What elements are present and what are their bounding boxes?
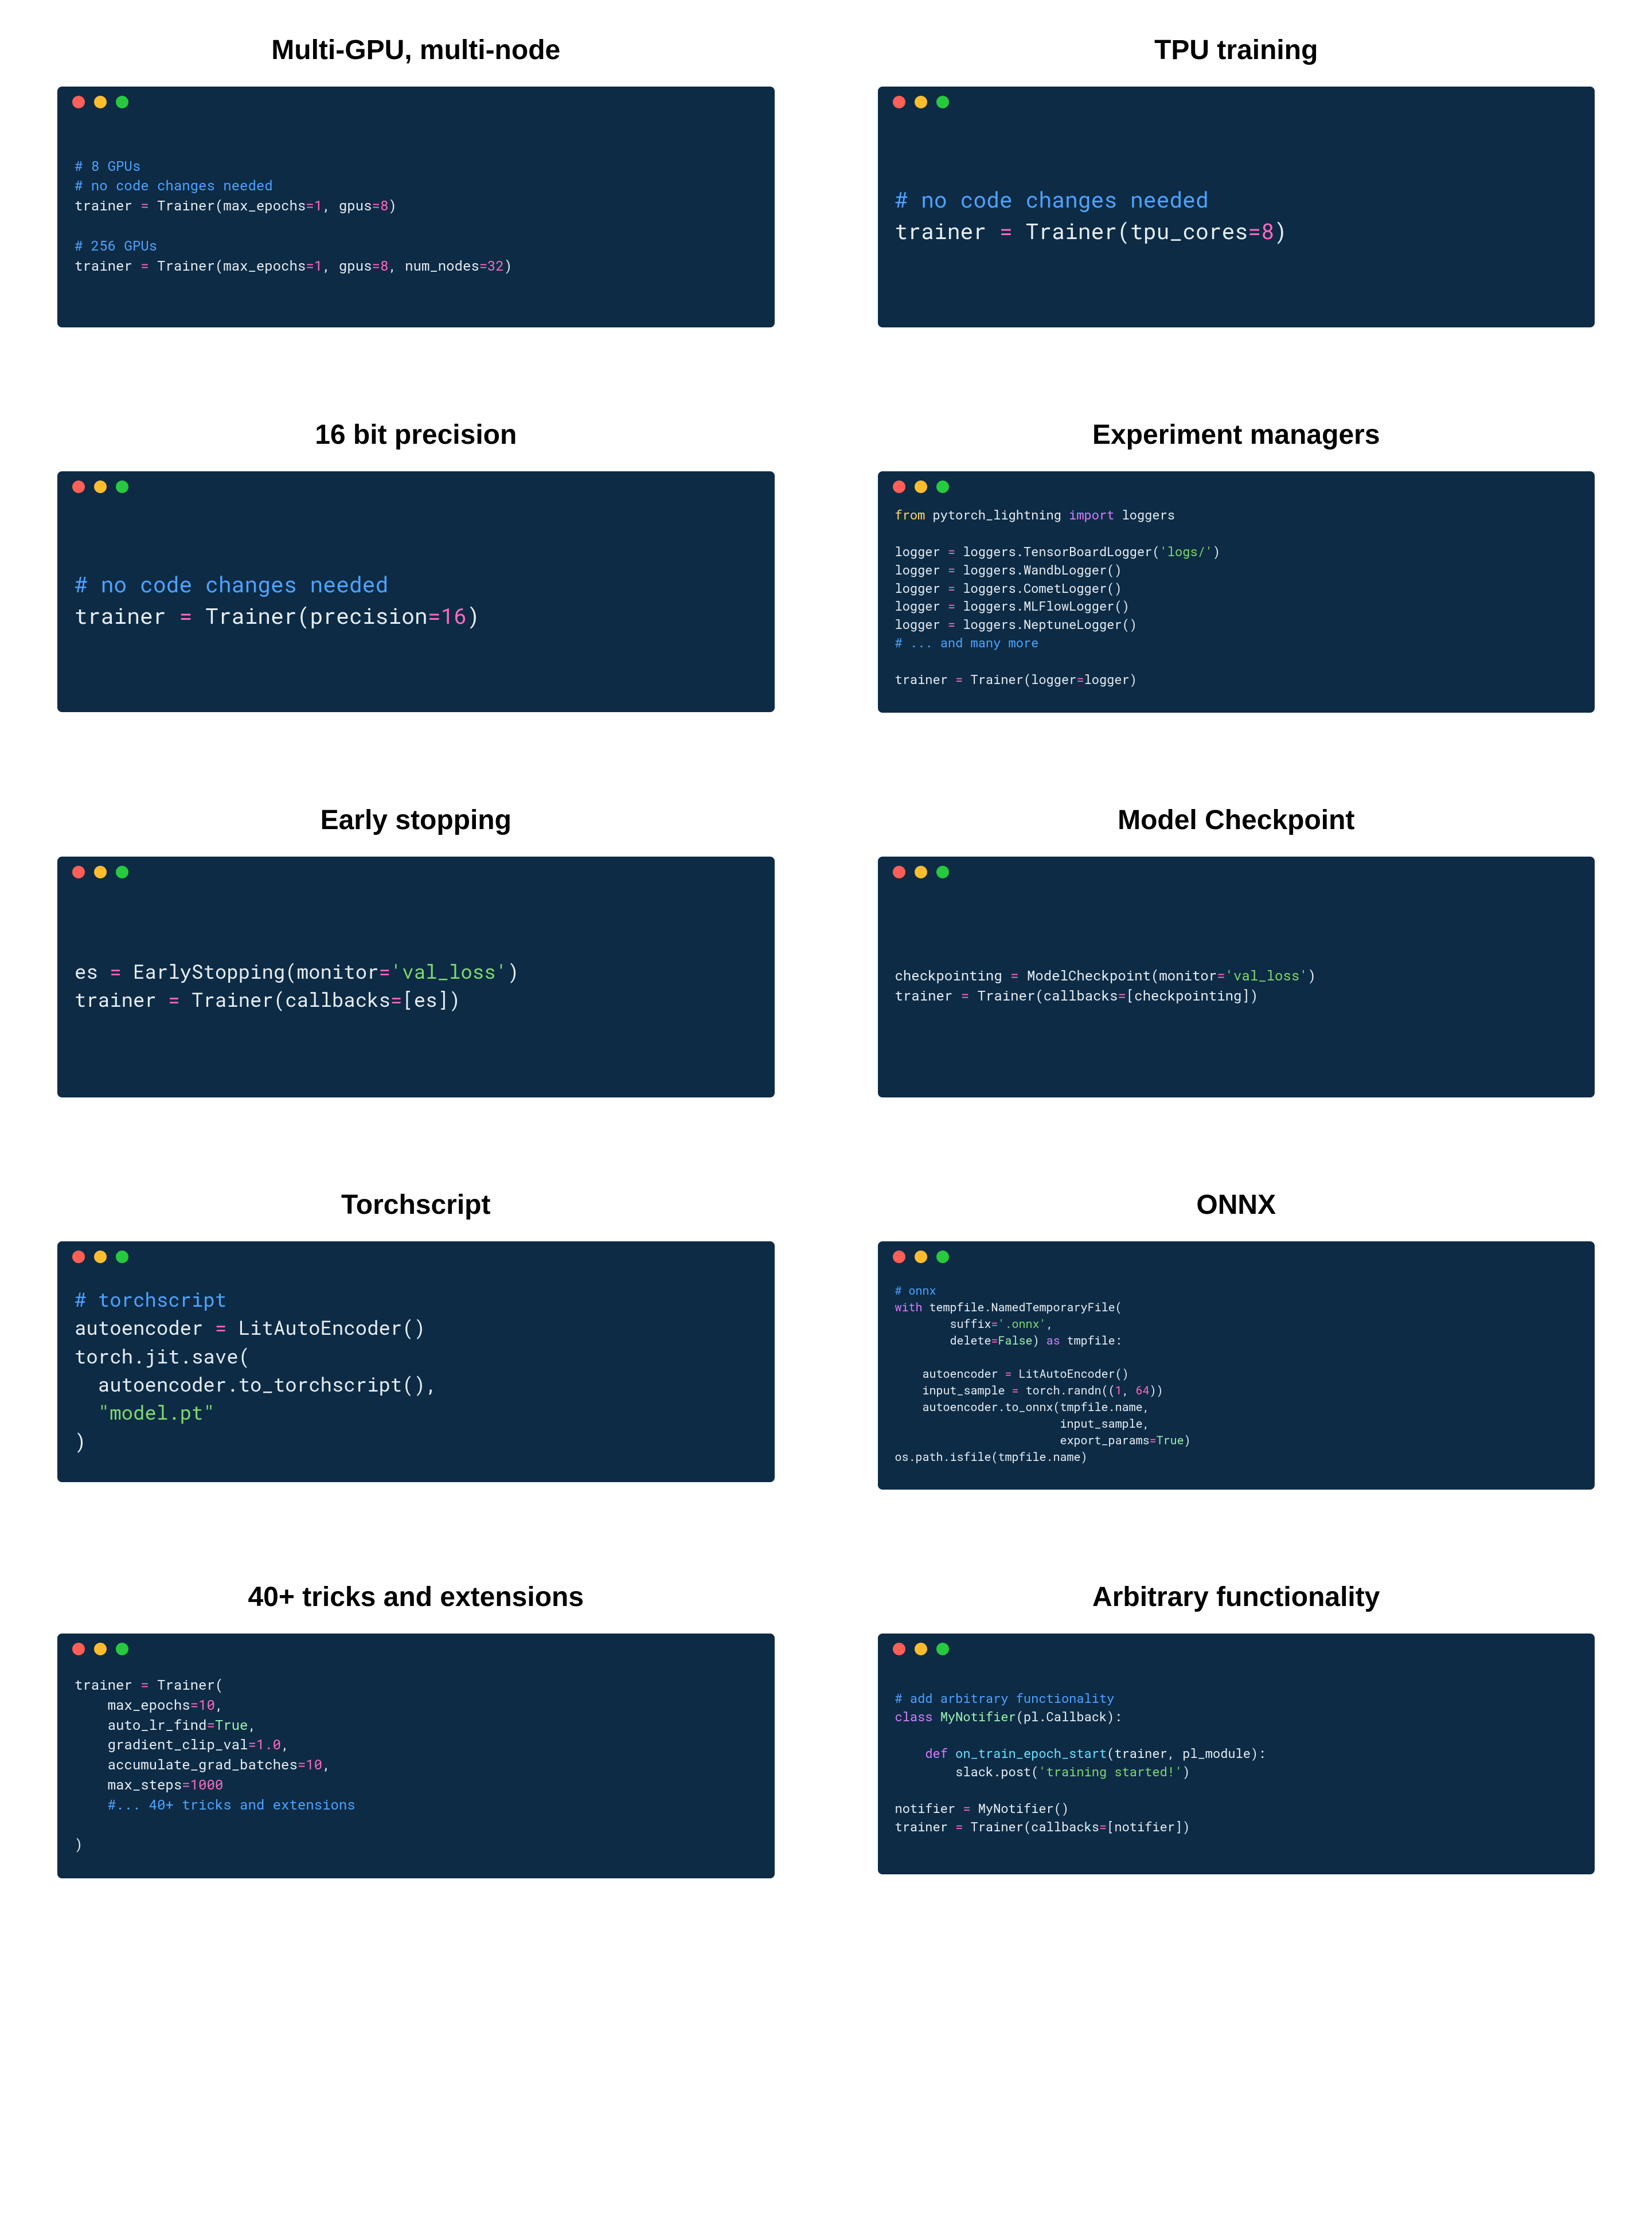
window-zoom-icon[interactable] — [116, 866, 128, 878]
card-title: Multi-GPU, multi-node — [271, 34, 560, 66]
card-model-checkpoint: Model Checkpoint checkpointing = ModelCh… — [878, 804, 1595, 1097]
titlebar — [878, 87, 1595, 118]
window-zoom-icon[interactable] — [116, 480, 128, 493]
code-block: # add arbitrary functionality class MyNo… — [895, 1689, 1266, 1835]
terminal-window: # onnx with tempfile.NamedTemporaryFile(… — [878, 1241, 1595, 1490]
window-zoom-icon[interactable] — [936, 480, 949, 493]
terminal-window: # 8 GPUs # no code changes needed traine… — [57, 87, 775, 327]
card-title: Early stopping — [321, 804, 511, 836]
terminal-window: # add arbitrary functionality class MyNo… — [878, 1634, 1595, 1874]
titlebar — [57, 857, 775, 888]
card-title: 16 bit precision — [315, 419, 517, 451]
window-close-icon[interactable] — [893, 866, 905, 878]
card-early-stopping: Early stopping es = EarlyStopping(monito… — [57, 804, 775, 1097]
window-zoom-icon[interactable] — [116, 96, 128, 108]
window-minimize-icon[interactable] — [915, 1251, 927, 1263]
window-minimize-icon[interactable] — [915, 1643, 927, 1655]
card-tpu: TPU training # no code changes needed tr… — [878, 34, 1595, 327]
code-block: checkpointing = ModelCheckpoint(monitor=… — [895, 966, 1317, 1006]
terminal-window: trainer = Trainer( max_epochs=10, auto_l… — [57, 1634, 775, 1878]
window-zoom-icon[interactable] — [936, 1251, 949, 1263]
page: Multi-GPU, multi-node # 8 GPUs # no code… — [0, 0, 1652, 1993]
window-minimize-icon[interactable] — [94, 866, 107, 878]
code-wrap: # no code changes needed trainer = Train… — [878, 118, 1595, 327]
terminal-window: # no code changes needed trainer = Train… — [57, 471, 775, 712]
card-title: Arbitrary functionality — [1092, 1581, 1380, 1613]
code-wrap: trainer = Trainer( max_epochs=10, auto_l… — [57, 1664, 775, 1878]
card-multi-gpu: Multi-GPU, multi-node # 8 GPUs # no code… — [57, 34, 775, 327]
window-minimize-icon[interactable] — [915, 480, 927, 493]
code-wrap: checkpointing = ModelCheckpoint(monitor=… — [878, 888, 1595, 1097]
card-tricks: 40+ tricks and extensions trainer = Trai… — [57, 1581, 775, 1878]
window-minimize-icon[interactable] — [915, 866, 927, 878]
code-wrap: # add arbitrary functionality class MyNo… — [878, 1664, 1595, 1874]
code-block: trainer = Trainer( max_epochs=10, auto_l… — [75, 1675, 356, 1854]
card-experiment-managers: Experiment managers from pytorch_lightni… — [878, 419, 1595, 713]
window-minimize-icon[interactable] — [94, 1251, 107, 1263]
titlebar — [57, 1634, 775, 1664]
terminal-window: from pytorch_lightning import loggers lo… — [878, 471, 1595, 713]
window-minimize-icon[interactable] — [94, 1643, 107, 1655]
titlebar — [57, 87, 775, 118]
card-torchscript: Torchscript # torchscript autoencoder = … — [57, 1189, 775, 1490]
code-wrap: es = EarlyStopping(monitor='val_loss') t… — [57, 888, 775, 1097]
window-minimize-icon[interactable] — [94, 480, 107, 493]
card-16bit: 16 bit precision # no code changes neede… — [57, 419, 775, 713]
terminal-window: # torchscript autoencoder = LitAutoEncod… — [57, 1241, 775, 1482]
terminal-window: # no code changes needed trainer = Train… — [878, 87, 1595, 327]
card-title: Model Checkpoint — [1118, 804, 1354, 836]
window-minimize-icon[interactable] — [94, 96, 107, 108]
card-arbitrary: Arbitrary functionality # add arbitrary … — [878, 1581, 1595, 1878]
code-block: # no code changes needed trainer = Train… — [75, 569, 480, 632]
titlebar — [57, 471, 775, 502]
titlebar — [878, 1241, 1595, 1272]
code-block: # no code changes needed trainer = Train… — [895, 184, 1287, 247]
card-onnx: ONNX # onnx with tempfile.NamedTemporary… — [878, 1189, 1595, 1490]
code-wrap: # 8 GPUs # no code changes needed traine… — [57, 118, 775, 327]
code-wrap: # torchscript autoencoder = LitAutoEncod… — [57, 1272, 775, 1482]
window-close-icon[interactable] — [893, 1643, 905, 1655]
card-title: 40+ tricks and extensions — [248, 1581, 584, 1613]
code-wrap: from pytorch_lightning import loggers lo… — [878, 502, 1595, 713]
window-close-icon[interactable] — [893, 96, 905, 108]
window-close-icon[interactable] — [72, 866, 85, 878]
titlebar — [878, 1634, 1595, 1664]
window-close-icon[interactable] — [72, 96, 85, 108]
code-wrap: # no code changes needed trainer = Train… — [57, 502, 775, 712]
window-close-icon[interactable] — [72, 1251, 85, 1263]
titlebar — [57, 1241, 775, 1272]
window-zoom-icon[interactable] — [936, 1643, 949, 1655]
window-zoom-icon[interactable] — [936, 866, 949, 878]
code-block: # onnx with tempfile.NamedTemporaryFile(… — [895, 1283, 1191, 1466]
window-close-icon[interactable] — [893, 480, 905, 493]
code-block: es = EarlyStopping(monitor='val_loss') t… — [75, 958, 519, 1014]
code-wrap: # onnx with tempfile.NamedTemporaryFile(… — [878, 1272, 1595, 1490]
code-block: # 8 GPUs # no code changes needed traine… — [75, 156, 512, 276]
card-title: Torchscript — [341, 1189, 490, 1221]
cards-grid: Multi-GPU, multi-node # 8 GPUs # no code… — [57, 34, 1595, 1878]
code-block: # torchscript autoencoder = LitAutoEncod… — [75, 1285, 438, 1455]
terminal-window: es = EarlyStopping(monitor='val_loss') t… — [57, 857, 775, 1097]
terminal-window: checkpointing = ModelCheckpoint(monitor=… — [878, 857, 1595, 1097]
window-zoom-icon[interactable] — [116, 1251, 128, 1263]
window-zoom-icon[interactable] — [116, 1643, 128, 1655]
window-close-icon[interactable] — [893, 1251, 905, 1263]
window-close-icon[interactable] — [72, 1643, 85, 1655]
window-close-icon[interactable] — [72, 480, 85, 493]
titlebar — [878, 471, 1595, 502]
window-minimize-icon[interactable] — [915, 96, 927, 108]
titlebar — [878, 857, 1595, 888]
code-block: from pytorch_lightning import loggers lo… — [895, 506, 1221, 689]
card-title: TPU training — [1154, 34, 1318, 66]
card-title: Experiment managers — [1092, 419, 1380, 451]
card-title: ONNX — [1196, 1189, 1276, 1221]
window-zoom-icon[interactable] — [936, 96, 949, 108]
